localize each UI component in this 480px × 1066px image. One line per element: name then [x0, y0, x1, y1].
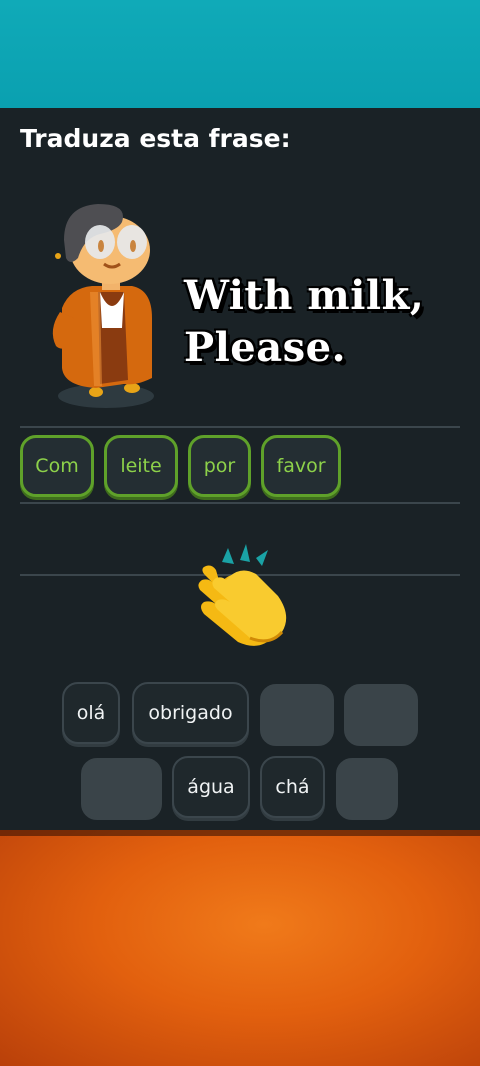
- answer-line-2: [20, 502, 460, 504]
- prompt-line-1: With milk,: [184, 272, 425, 319]
- word-bank-chip[interactable]: chá: [260, 756, 325, 818]
- word-bank-chip[interactable]: olá: [62, 682, 120, 744]
- answer-token[interactable]: Com: [20, 435, 94, 497]
- bottom-orange-background: [0, 830, 480, 1066]
- clapping-hands-icon: [198, 544, 287, 646]
- answer-token[interactable]: por: [188, 435, 251, 497]
- exercise-screen: Traduza esta frase: With milk, Please. C…: [0, 108, 480, 830]
- answer-token[interactable]: leite: [104, 435, 178, 497]
- word-bank-empty-slot: [344, 684, 418, 746]
- top-color-band: [0, 0, 480, 108]
- exercise-title: Traduza esta frase:: [20, 124, 291, 153]
- prompt-line-2: Please.: [184, 324, 347, 371]
- grandma-character-icon: [52, 204, 154, 408]
- word-bank-empty-slot: [336, 758, 398, 820]
- answer-token[interactable]: favor: [261, 435, 341, 497]
- word-bank-empty-slot: [81, 758, 162, 820]
- answer-line-1: [20, 426, 460, 428]
- answer-area: Com leite por favor: [20, 435, 341, 497]
- word-bank-chip[interactable]: água: [172, 756, 250, 818]
- word-bank-empty-slot: [260, 684, 334, 746]
- word-bank-chip[interactable]: obrigado: [132, 682, 249, 744]
- prompt-sentence: With milk, Please.: [184, 270, 474, 374]
